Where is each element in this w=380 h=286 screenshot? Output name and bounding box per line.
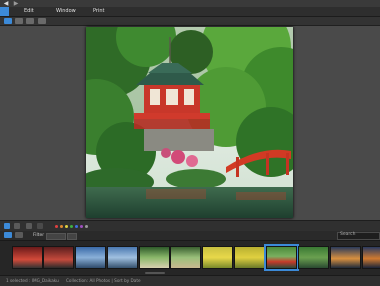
thumbnail[interactable]	[75, 246, 106, 269]
sort-dropdown[interactable]	[67, 233, 77, 240]
label-orange-dot[interactable]	[60, 225, 63, 228]
menu-bar: Edit Window Print	[0, 7, 380, 17]
search-field[interactable]: Search	[337, 232, 380, 240]
filmstrip-header: Filter Search	[0, 231, 380, 241]
forward-icon[interactable]: ▶	[12, 0, 20, 7]
photo-control-bar	[0, 220, 380, 231]
label-yellow-dot[interactable]	[65, 225, 68, 228]
menu-edit[interactable]: Edit	[24, 7, 34, 16]
thumbnail[interactable]	[202, 246, 233, 269]
view-toolbar	[0, 17, 380, 26]
filter-dropdown[interactable]	[46, 233, 66, 240]
main-photo[interactable]	[86, 27, 293, 218]
rotate-icon[interactable]	[37, 223, 43, 229]
thumbnail[interactable]	[170, 246, 201, 269]
thumbnail[interactable]	[43, 246, 74, 269]
thumbnail[interactable]	[362, 246, 380, 269]
filmstrip-grid-icon[interactable]	[4, 232, 12, 238]
grid-view-icon[interactable]	[4, 18, 12, 24]
compare-tool-icon[interactable]	[14, 223, 20, 229]
fullscreen-icon[interactable]	[38, 18, 46, 24]
filmstrip	[0, 241, 380, 275]
label-purple-dot[interactable]	[80, 225, 83, 228]
menu-window[interactable]: Window	[56, 7, 76, 16]
status-bar: 1 selected : IMG_Daikaku Collection: All…	[0, 275, 380, 286]
label-red-dot[interactable]	[55, 225, 58, 228]
filter-label: Filter	[33, 233, 45, 238]
search-placeholder: Search	[340, 232, 356, 237]
thumbnail[interactable]	[12, 246, 43, 269]
select-tool-icon[interactable]	[4, 223, 10, 229]
menu-print[interactable]: Print	[93, 7, 105, 16]
thumbnail[interactable]	[139, 246, 170, 269]
zoom-tool-icon[interactable]	[26, 223, 32, 229]
thumbnail[interactable]	[298, 246, 329, 269]
thumbnail[interactable]	[107, 246, 138, 269]
filmstrip-scrollbar[interactable]	[145, 272, 165, 274]
filmstrip-list-icon[interactable]	[15, 232, 23, 238]
app-logo-icon	[0, 7, 9, 16]
back-icon[interactable]: ◀	[2, 0, 10, 7]
title-bar: ◀ ▶	[0, 0, 380, 7]
thumbnail[interactable]	[330, 246, 361, 269]
label-green-dot[interactable]	[70, 225, 73, 228]
thumbnail[interactable]	[234, 246, 265, 269]
label-gray-dot[interactable]	[85, 225, 88, 228]
single-view-icon[interactable]	[15, 18, 23, 24]
thumbnail-selected[interactable]	[264, 244, 299, 271]
compare-view-icon[interactable]	[26, 18, 34, 24]
label-blue-dot[interactable]	[75, 225, 78, 228]
